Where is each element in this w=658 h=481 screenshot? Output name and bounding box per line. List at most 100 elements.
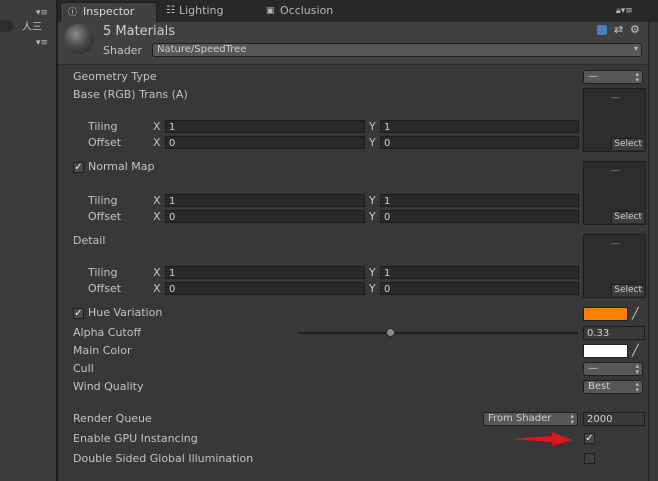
render-queue-label: Render Queue xyxy=(73,412,152,425)
y-label: Y xyxy=(369,136,376,149)
x-label: X xyxy=(153,194,161,207)
tab-bar: ⓘ Inspector ☷ Lighting ▣ Occlusion 🔒︎▾≡ xyxy=(58,0,658,23)
base-tiling-x[interactable]: 1 xyxy=(165,120,365,133)
select-button[interactable]: Select xyxy=(611,211,644,223)
info-icon: ⓘ xyxy=(68,8,78,18)
material-title: 5 Materials xyxy=(103,24,175,39)
cull-value: — xyxy=(588,363,598,374)
tab-label: Lighting xyxy=(179,4,224,17)
scrollbar-track[interactable] xyxy=(648,22,658,481)
x-label: X xyxy=(153,136,161,149)
panel-menu-icon[interactable]: ▾≡ xyxy=(36,38,48,48)
x-label: X xyxy=(153,210,161,223)
detail-tiling-y[interactable]: 1 xyxy=(380,266,579,279)
updown-icon: ▴ ▾ xyxy=(635,380,639,394)
render-queue-mode-dropdown[interactable]: From Shader ▴ ▾ xyxy=(483,412,578,426)
eyedropper-icon[interactable]: ╱ xyxy=(632,344,644,358)
lock-icon[interactable]: 🔒︎▾≡ xyxy=(616,6,633,16)
empty-texture-dash: — xyxy=(611,239,620,249)
cull-dropdown[interactable]: — ▴ ▾ xyxy=(583,362,643,376)
base-texture-slot[interactable]: — Select xyxy=(583,88,646,152)
help-icon[interactable] xyxy=(597,25,607,35)
lighting-icon: ☷ xyxy=(166,5,175,16)
lock-icon[interactable]: ▾≡ xyxy=(36,8,48,18)
wind-quality-value: Best xyxy=(588,381,611,392)
detail-texture-slot[interactable]: — Select xyxy=(583,234,646,298)
eyedropper-icon[interactable]: ╱ xyxy=(632,307,644,321)
alpha-cutoff-slider-track[interactable] xyxy=(298,332,578,334)
detail-tiling-x[interactable]: 1 xyxy=(165,266,365,279)
y-label: Y xyxy=(369,282,376,295)
offset-label: Offset xyxy=(88,136,122,149)
x-label: X xyxy=(153,266,161,279)
geometry-type-label: Geometry Type xyxy=(73,70,157,83)
material-preview-icon xyxy=(64,24,94,54)
tab-inspector[interactable]: ⓘ Inspector xyxy=(60,2,157,23)
main-color-swatch[interactable] xyxy=(583,344,628,358)
detail-label: Detail xyxy=(73,234,106,247)
x-label: X xyxy=(153,282,161,295)
empty-texture-dash: — xyxy=(611,166,620,176)
alpha-cutoff-field[interactable]: 0.33 xyxy=(583,326,645,340)
shader-value: Nature/SpeedTree xyxy=(157,44,247,55)
occlusion-icon: ▣ xyxy=(266,6,275,16)
render-queue-field[interactable]: 2000 xyxy=(583,412,645,426)
base-tiling-y[interactable]: 1 xyxy=(380,120,579,133)
tiling-label: Tiling xyxy=(88,266,118,279)
updown-icon: ▴ ▾ xyxy=(635,362,639,376)
normal-offset-y[interactable]: 0 xyxy=(380,210,579,223)
detail-offset-x[interactable]: 0 xyxy=(165,282,365,295)
detail-offset-y[interactable]: 0 xyxy=(380,282,579,295)
y-label: Y xyxy=(369,266,376,279)
normal-tiling-y[interactable]: 1 xyxy=(380,194,579,207)
search-field-edge[interactable] xyxy=(0,20,14,32)
create-label[interactable]: 人三 xyxy=(22,18,42,33)
tab-label: Occlusion xyxy=(280,4,334,17)
normal-offset-x[interactable]: 0 xyxy=(165,210,365,223)
y-label: Y xyxy=(369,194,376,207)
offset-label: Offset xyxy=(88,210,122,223)
tab-lighting[interactable]: ☷ Lighting xyxy=(164,2,254,22)
wind-quality-dropdown[interactable]: Best ▴ ▾ xyxy=(583,380,643,394)
base-texture-label: Base (RGB) Trans (A) xyxy=(73,88,188,101)
normal-map-label: Normal Map xyxy=(88,160,155,173)
hue-variation-color-swatch[interactable] xyxy=(583,307,628,321)
main-color-label: Main Color xyxy=(73,344,132,357)
geometry-type-dropdown[interactable]: — ▴ ▾ xyxy=(583,70,643,84)
y-label: Y xyxy=(369,120,376,133)
select-button[interactable]: Select xyxy=(611,284,644,296)
hue-variation-label: Hue Variation xyxy=(88,306,163,319)
chevron-down-icon: ▾ xyxy=(633,44,638,53)
shader-dropdown[interactable]: Nature/SpeedTree ▾ xyxy=(152,43,642,57)
double-sided-gi-label: Double Sided Global Illumination xyxy=(73,452,254,465)
render-queue-mode: From Shader xyxy=(488,413,552,424)
double-sided-gi-checkbox[interactable] xyxy=(584,453,595,464)
base-offset-y[interactable]: 0 xyxy=(380,136,579,149)
gpu-instancing-checkbox[interactable]: ✓ xyxy=(584,433,595,444)
updown-icon: ▴ ▾ xyxy=(635,70,639,84)
tab-occlusion[interactable]: ▣ Occlusion xyxy=(264,2,364,22)
preset-icon[interactable]: ⇄ xyxy=(614,23,623,36)
red-arrow-annotation xyxy=(510,432,572,446)
normal-map-texture-slot[interactable]: — Select xyxy=(583,161,646,225)
gpu-instancing-label: Enable GPU Instancing xyxy=(73,432,198,445)
offset-label: Offset xyxy=(88,282,122,295)
hierarchy-panel: 人三 ▾≡ ▾≡ xyxy=(0,0,56,481)
alpha-cutoff-label: Alpha Cutoff xyxy=(73,326,142,339)
shader-label: Shader xyxy=(103,44,142,57)
normal-map-checkbox[interactable]: ✓ xyxy=(73,162,84,173)
hue-variation-checkbox[interactable]: ✓ xyxy=(73,308,84,319)
select-button[interactable]: Select xyxy=(611,138,644,150)
panel-divider[interactable] xyxy=(56,0,58,481)
tab-label: Inspector xyxy=(83,5,135,18)
normal-tiling-x[interactable]: 1 xyxy=(165,194,365,207)
geometry-type-value: — xyxy=(588,71,598,82)
x-label: X xyxy=(153,120,161,133)
empty-texture-dash: — xyxy=(611,93,620,103)
tiling-label: Tiling xyxy=(88,194,118,207)
gear-icon[interactable]: ⚙ xyxy=(630,23,640,36)
base-offset-x[interactable]: 0 xyxy=(165,136,365,149)
alpha-cutoff-slider-thumb[interactable] xyxy=(386,328,396,337)
tiling-label: Tiling xyxy=(88,120,118,133)
cull-label: Cull xyxy=(73,362,94,375)
